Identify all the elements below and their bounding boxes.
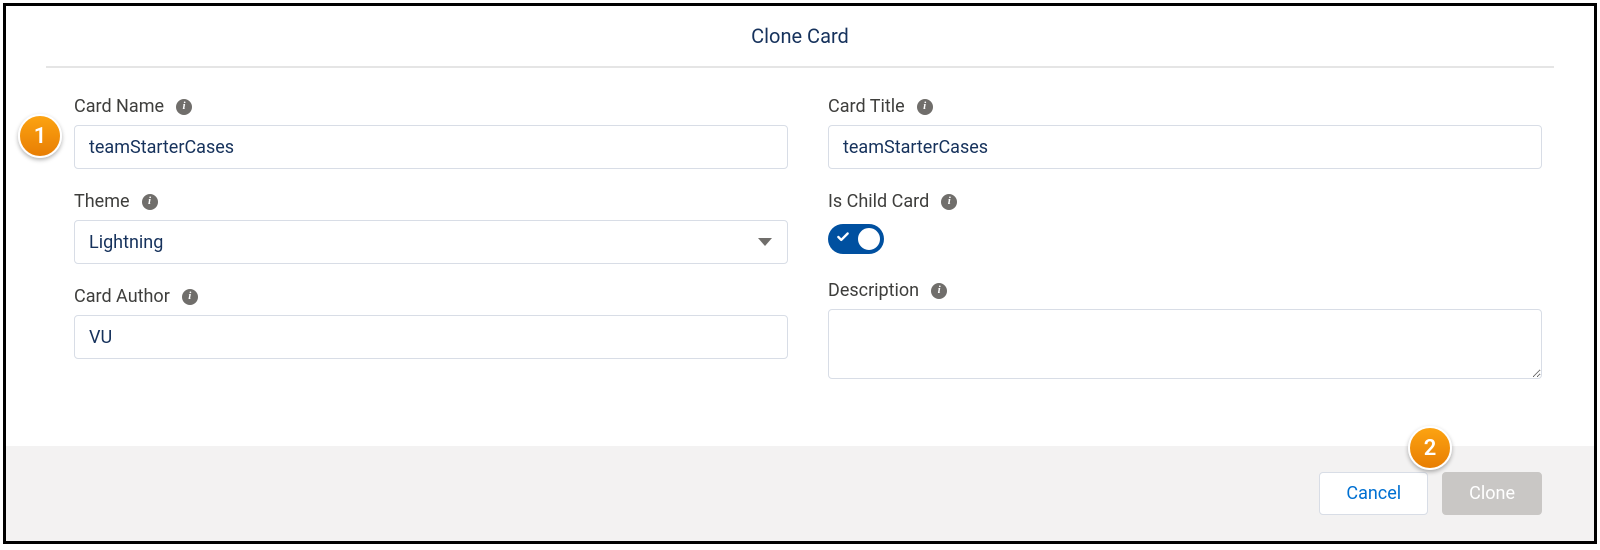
info-icon[interactable]: i xyxy=(931,283,947,299)
info-icon[interactable]: i xyxy=(941,194,957,210)
description-textarea[interactable] xyxy=(828,309,1542,379)
left-column: Card Name i Theme i Lightning xyxy=(74,96,788,405)
card-name-input[interactable] xyxy=(74,125,788,169)
clone-button[interactable]: Clone xyxy=(1442,472,1542,515)
check-icon xyxy=(836,230,850,248)
theme-select[interactable]: Lightning xyxy=(74,220,788,264)
card-author-field: Card Author i xyxy=(74,286,788,359)
modal-title: Clone Card xyxy=(6,6,1594,66)
is-child-card-field: Is Child Card i xyxy=(828,191,1542,254)
description-field: Description i xyxy=(828,280,1542,383)
toggle-knob xyxy=(856,226,882,252)
form-area: Card Name i Theme i Lightning xyxy=(6,68,1594,425)
right-column: Card Title i Is Child Card i xyxy=(828,96,1542,405)
annotation-callout-1: 1 xyxy=(18,114,62,158)
card-name-label: Card Name xyxy=(74,96,164,117)
card-author-input[interactable] xyxy=(74,315,788,359)
info-icon[interactable]: i xyxy=(182,289,198,305)
modal-footer: Cancel Clone xyxy=(6,446,1594,541)
info-icon[interactable]: i xyxy=(142,194,158,210)
is-child-card-label: Is Child Card xyxy=(828,191,929,212)
info-icon[interactable]: i xyxy=(917,99,933,115)
card-title-field: Card Title i xyxy=(828,96,1542,169)
card-title-input[interactable] xyxy=(828,125,1542,169)
card-title-label: Card Title xyxy=(828,96,905,117)
description-label: Description xyxy=(828,280,919,301)
theme-label: Theme xyxy=(74,191,130,212)
clone-card-modal: Clone Card Card Name i Theme i Lightning xyxy=(3,3,1597,544)
info-icon[interactable]: i xyxy=(176,99,192,115)
annotation-callout-2: 2 xyxy=(1408,426,1452,470)
card-author-label: Card Author xyxy=(74,286,170,307)
is-child-card-toggle[interactable] xyxy=(828,224,884,254)
cancel-button[interactable]: Cancel xyxy=(1319,472,1428,515)
card-name-field: Card Name i xyxy=(74,96,788,169)
theme-field: Theme i Lightning xyxy=(74,191,788,264)
